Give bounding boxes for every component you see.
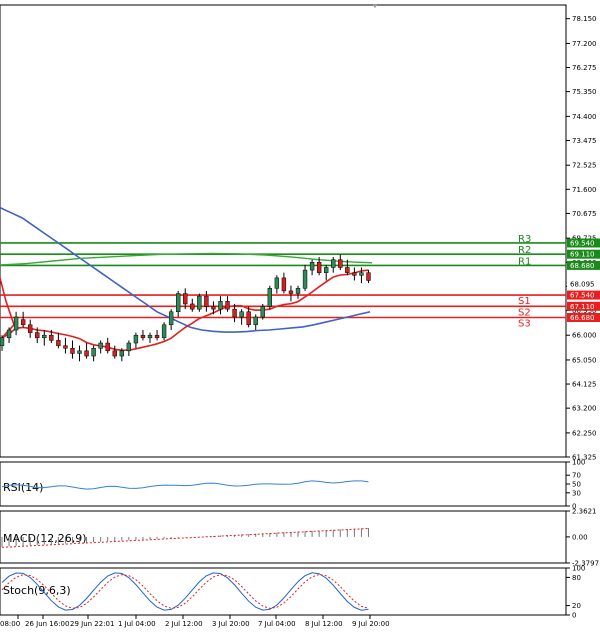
level-tag-value: 69.110 bbox=[570, 251, 595, 259]
current-price-label: 68.095 bbox=[570, 281, 595, 289]
price-tick-label: 71.600 bbox=[572, 186, 597, 194]
price-tick-label: 64.125 bbox=[572, 381, 597, 389]
time-tick-label: 08:00 bbox=[0, 620, 20, 628]
stoch-tick-label: 0 bbox=[572, 612, 576, 620]
price-tick-label: 72.525 bbox=[572, 162, 597, 170]
price-tick-label: 65.050 bbox=[572, 356, 597, 364]
level-label-s2: S2 bbox=[518, 307, 531, 318]
time-tick-label: 8 Jul 12:00 bbox=[305, 620, 343, 628]
macd-tick-label: 2.3621 bbox=[572, 508, 597, 516]
level-tag-value: 66.680 bbox=[570, 314, 595, 322]
level-tag-value: 67.540 bbox=[570, 292, 595, 300]
price-tick-label: 73.475 bbox=[572, 137, 597, 145]
candle bbox=[161, 322, 167, 341]
rsi-tick-label: 30 bbox=[572, 489, 581, 497]
level-tag-value: 69.540 bbox=[570, 239, 595, 247]
time-tick-label: 9 Jul 20:00 bbox=[352, 620, 390, 628]
time-tick-label: 26 Jun 16:00 bbox=[25, 620, 69, 628]
price-tick-label: 62.250 bbox=[572, 429, 597, 437]
stoch-tick-label: 80 bbox=[572, 574, 581, 582]
candle bbox=[267, 285, 272, 310]
level-label-r1: R1 bbox=[518, 256, 531, 267]
level-label-s1: S1 bbox=[518, 296, 531, 307]
rsi-tick-label: 70 bbox=[572, 472, 581, 480]
price-tick-label: 77.200 bbox=[572, 40, 597, 48]
stoch-label: Stoch(9,6,3) bbox=[3, 584, 71, 597]
level-tag-value: 67.110 bbox=[570, 303, 595, 311]
time-tick-label: 29 Jun 22:01 bbox=[70, 620, 114, 628]
time-tick-label: 2 Jul 12:00 bbox=[165, 620, 203, 628]
stoch-tick-label: 100 bbox=[572, 565, 585, 573]
level-label-r3: R3 bbox=[518, 234, 531, 245]
chart-background bbox=[0, 0, 600, 632]
rsi-tick-label: 100 bbox=[572, 459, 585, 467]
price-tick-label: 74.400 bbox=[572, 113, 597, 121]
level-tag-value: 68.680 bbox=[570, 262, 595, 270]
macd-tick-label: 0.00 bbox=[572, 533, 588, 541]
candle bbox=[197, 293, 202, 312]
time-tick-label: 7 Jul 04:00 bbox=[258, 620, 296, 628]
level-label-s3: S3 bbox=[518, 318, 531, 329]
level-label-r2: R2 bbox=[518, 245, 531, 256]
price-tick-label: 63.200 bbox=[572, 405, 597, 413]
stoch-tick-label: 20 bbox=[572, 602, 581, 610]
time-tick-label: 1 Jul 04:00 bbox=[118, 620, 156, 628]
price-tick-label: 78.150 bbox=[572, 15, 597, 23]
current-price-tag: 68.095 bbox=[567, 279, 599, 289]
time-tick-label: 3 Jul 20:00 bbox=[212, 620, 250, 628]
price-tick-label: 66.000 bbox=[572, 332, 597, 340]
price-tick-label: 75.350 bbox=[572, 88, 597, 96]
trading-chart[interactable]: R3R2R1 S1S2S3 78.150 77.200 76.275 75.350 74.… bbox=[0, 0, 600, 632]
price-tick-label: 76.275 bbox=[572, 64, 597, 72]
price-tick-label: 70.675 bbox=[572, 210, 597, 218]
rsi-tick-label: 50 bbox=[572, 481, 581, 489]
